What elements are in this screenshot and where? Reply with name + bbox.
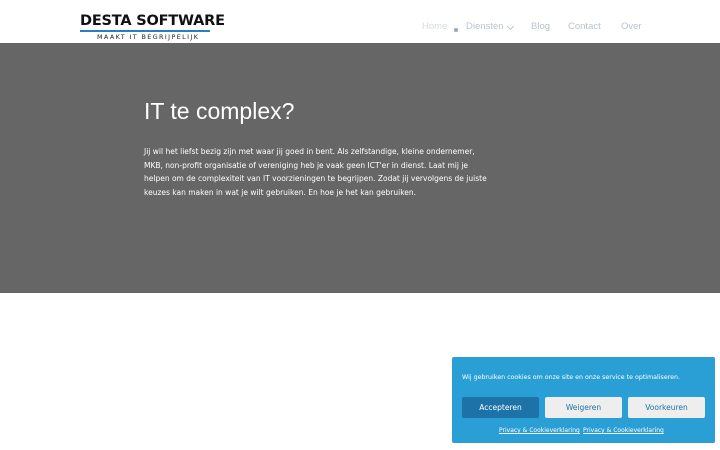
nav-item-contact[interactable]: Contact bbox=[568, 20, 601, 34]
deny-cookies-button[interactable]: Weigeren bbox=[545, 397, 622, 418]
cookie-message: Wij gebruiken cookies om onze site en on… bbox=[462, 374, 681, 381]
hero-paragraph: Jij wil het liefst bezig zijn met waar j… bbox=[144, 145, 510, 199]
hero-paragraph-line: helpen om de complexiteit van IT voorzie… bbox=[144, 174, 487, 184]
hero-paragraph-line: MKB, non-profit organisatie of verenigin… bbox=[144, 160, 469, 170]
nav-item-home[interactable]: Home bbox=[422, 20, 447, 34]
hero-section: IT te complex? Jij wil het liefst bezig … bbox=[0, 43, 720, 293]
hero-paragraph-line: Jij wil het liefst bezig zijn met waar j… bbox=[144, 147, 475, 156]
accept-cookies-button[interactable]: Accepteren bbox=[462, 397, 539, 418]
cursor-dot bbox=[454, 28, 458, 32]
privacy-link[interactable]: Privacy & Cookieverklaring bbox=[499, 427, 580, 434]
site-header: DESTA SOFTWARE MAAKT IT BEGRIJPELIJK Hom… bbox=[0, 0, 720, 43]
cookie-statement-link[interactable]: Privacy & Cookieverklaring bbox=[583, 427, 664, 434]
nav-item-over[interactable]: Over bbox=[621, 20, 642, 34]
hero-paragraph-line: keuzes kan maken in wat je wilt gebruike… bbox=[144, 187, 417, 197]
cookie-banner: Wij gebruiken cookies om onze site en on… bbox=[452, 357, 715, 443]
page-title: IT te complex? bbox=[144, 98, 295, 124]
cookie-preferences-button[interactable]: Voorkeuren bbox=[628, 397, 705, 418]
nav-item-diensten[interactable]: Diensten bbox=[466, 20, 504, 34]
nav-item-blog[interactable]: Blog bbox=[531, 20, 550, 34]
main-nav: Home Diensten Blog Contact Over bbox=[0, 20, 720, 36]
